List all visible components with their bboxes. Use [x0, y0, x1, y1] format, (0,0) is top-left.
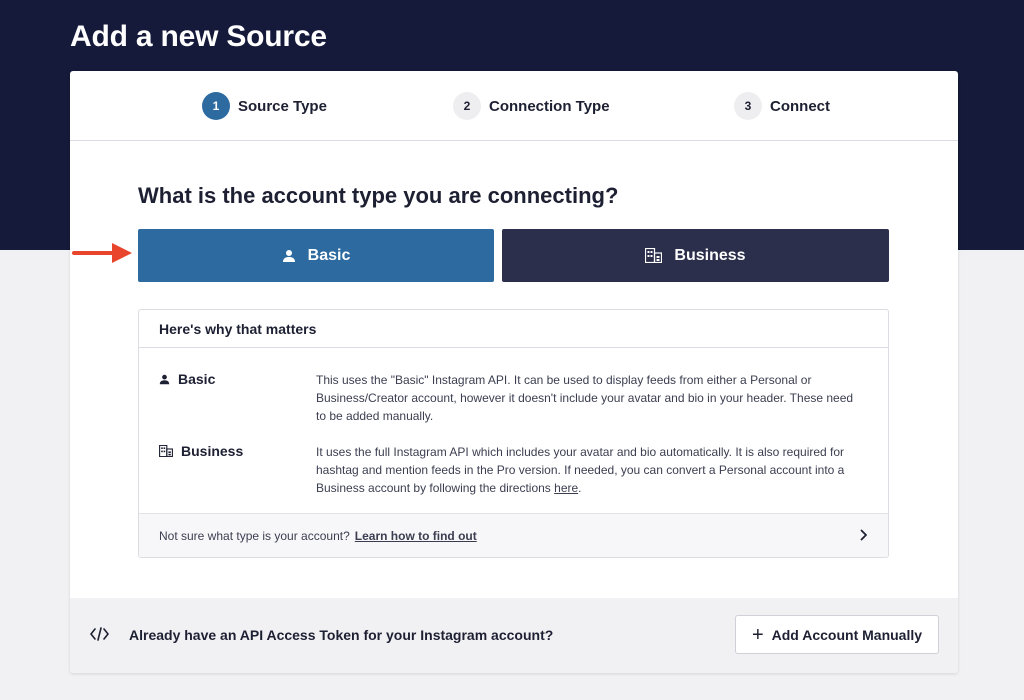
chevron-right-icon[interactable] [860, 529, 868, 541]
building-icon [645, 248, 663, 263]
info-footer-text: Not sure what type is your account? [159, 528, 350, 543]
add-account-manually-button[interactable]: + Add Account Manually [735, 615, 939, 654]
step-connect[interactable]: 3 Connect [734, 92, 830, 120]
step-label: Source Type [238, 97, 327, 115]
info-business-suffix: . [578, 481, 582, 495]
step-connection-type[interactable]: 2 Connection Type [453, 92, 610, 120]
stepper: 1 Source Type 2 Connection Type 3 Connec… [70, 71, 958, 141]
info-basic-label: Basic [178, 371, 216, 387]
learn-how-link[interactable]: Learn how to find out [355, 529, 477, 543]
info-basic-name: Basic [159, 371, 215, 387]
source-modal: 1 Source Type 2 Connection Type 3 Connec… [70, 71, 958, 673]
business-account-button[interactable]: Business [502, 229, 889, 282]
page-title: Add a new Source [70, 20, 327, 53]
building-icon [159, 445, 173, 457]
step-number: 2 [453, 92, 481, 120]
basic-account-button[interactable]: Basic [138, 229, 494, 282]
user-icon [282, 249, 295, 262]
manual-token-bar: Already have an API Access Token for you… [70, 598, 958, 673]
info-business-description: It uses the full Instagram API which inc… [316, 443, 861, 497]
step-label: Connect [770, 97, 830, 115]
basic-button-label: Basic [307, 246, 351, 264]
here-link[interactable]: here [554, 481, 578, 495]
info-panel: Here's why that matters Basic This uses … [138, 309, 889, 558]
info-business-label: Business [181, 443, 244, 459]
token-prompt-text: Already have an API Access Token for you… [129, 627, 554, 643]
code-icon [90, 627, 109, 641]
info-heading: Here's why that matters [139, 310, 888, 348]
arrow-right-icon [72, 243, 132, 263]
user-icon [159, 374, 170, 384]
business-button-label: Business [674, 246, 746, 264]
add-account-manually-label: Add Account Manually [771, 626, 923, 643]
info-basic-description: This uses the "Basic" Instagram API. It … [316, 373, 854, 423]
step-number: 1 [202, 92, 230, 120]
step-source-type[interactable]: 1 Source Type [202, 92, 327, 120]
step-label: Connection Type [489, 97, 610, 115]
info-footer[interactable]: Not sure what type is your account? Lear… [139, 513, 888, 557]
info-business-name: Business [159, 443, 243, 459]
account-type-question: What is the account type you are connect… [138, 183, 619, 208]
step-number: 3 [734, 92, 762, 120]
plus-icon: + [751, 623, 764, 646]
